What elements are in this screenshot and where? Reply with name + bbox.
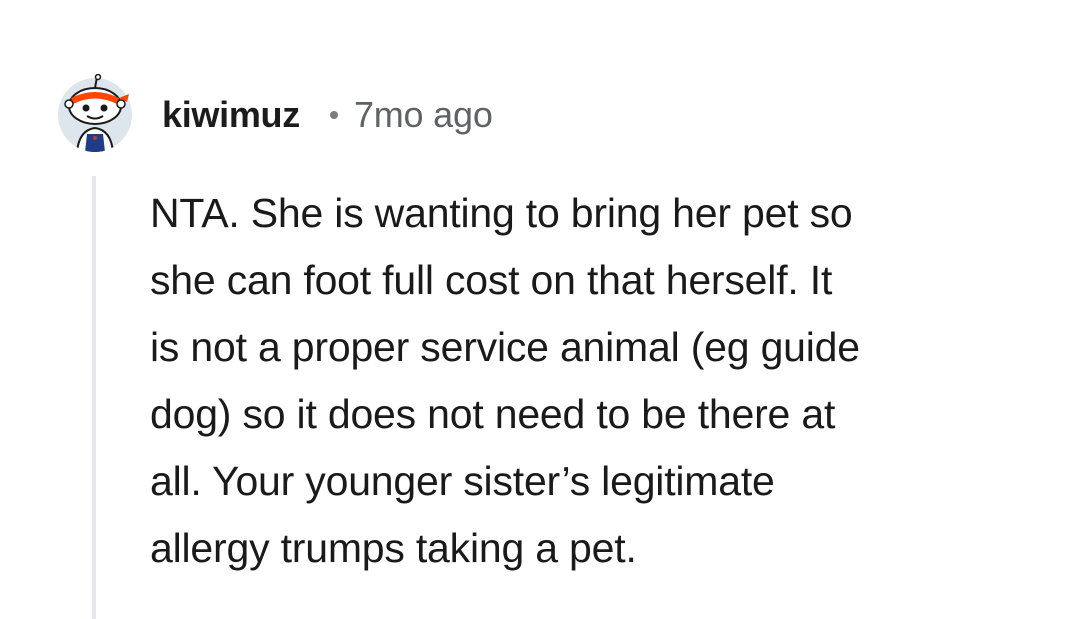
- comment-body-line: dog) so it does not need to be there at: [150, 391, 836, 437]
- comment-header: kiwimuz 7mo ago: [162, 92, 493, 138]
- comment-body-line: allergy trumps taking a pet.: [150, 525, 637, 571]
- comment-timestamp: 7mo ago: [353, 94, 493, 135]
- comment-body: NTA. She is wanting to bring her pet so …: [150, 180, 1010, 582]
- user-avatar[interactable]: [57, 73, 133, 152]
- comment-author[interactable]: kiwimuz: [162, 94, 300, 136]
- comment-body-line: she can foot full cost on that herself. …: [150, 257, 833, 303]
- thread-line[interactable]: [92, 176, 96, 619]
- snoo-avatar-icon: [58, 73, 132, 152]
- comment-body-line: is not a proper service animal (eg guide: [150, 324, 860, 370]
- separator-dot: [329, 111, 338, 119]
- comment-body-line: NTA. She is wanting to bring her pet so: [150, 190, 853, 236]
- comment-body-line: all. Your younger sister’s legitimate: [150, 458, 775, 504]
- comment: kiwimuz 7mo ago NTA. She is wanting to b…: [0, 0, 1080, 619]
